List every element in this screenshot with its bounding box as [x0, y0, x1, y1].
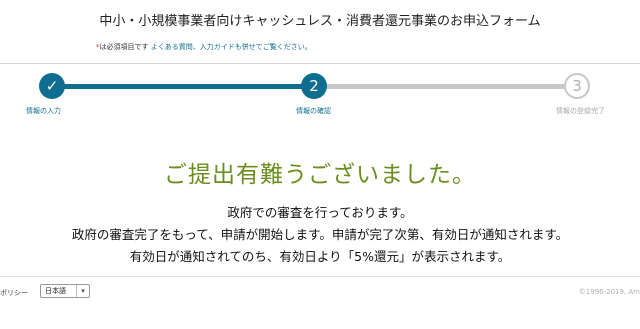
step-1-check-icon: ✓: [39, 73, 65, 99]
footer-divider: [0, 276, 640, 277]
header-divider: [0, 63, 640, 64]
language-select[interactable]: 日本語 ▾: [40, 284, 90, 298]
step-2-circle: 2: [301, 73, 327, 99]
help-guide-link[interactable]: よくある質問、入力ガイドも併せてご覧ください。: [151, 43, 312, 51]
page-title: 中小・小規模事業者向けキャッシュレス・消費者還元事業のお申込フォーム: [99, 14, 541, 29]
progress-track-completed: [52, 84, 314, 89]
required-note: *は必須項目です よくある質問、入力ガイドも併せてご覧ください。: [96, 42, 312, 52]
message-line-2: 政府の審査完了をもって、申請が開始します。申請が完了次第、有効日が通知されます。: [71, 227, 569, 242]
message-line-1: 政府での審査を行っております。: [227, 205, 413, 220]
chevron-down-icon: ▾: [76, 285, 89, 297]
step-3-circle: 3: [564, 73, 590, 99]
step-2-label: 情報の確認: [296, 107, 331, 115]
required-text: は必須項目です: [99, 43, 149, 51]
step-3-label: 情報の登録完了: [556, 107, 605, 115]
privacy-policy-link[interactable]: ポリシー: [0, 288, 28, 298]
step-1-label: 情報の入力: [26, 107, 61, 115]
progress-track-remaining: [314, 84, 576, 89]
copyright-text: ©1996-2019, Am: [578, 288, 640, 296]
thank-you-heading: ご提出有難うございました。: [164, 162, 476, 188]
message-line-3: 有効日が通知されてのち、有効日より「5%還元」が表示されます。: [129, 249, 511, 264]
language-select-value: 日本語: [45, 287, 66, 295]
